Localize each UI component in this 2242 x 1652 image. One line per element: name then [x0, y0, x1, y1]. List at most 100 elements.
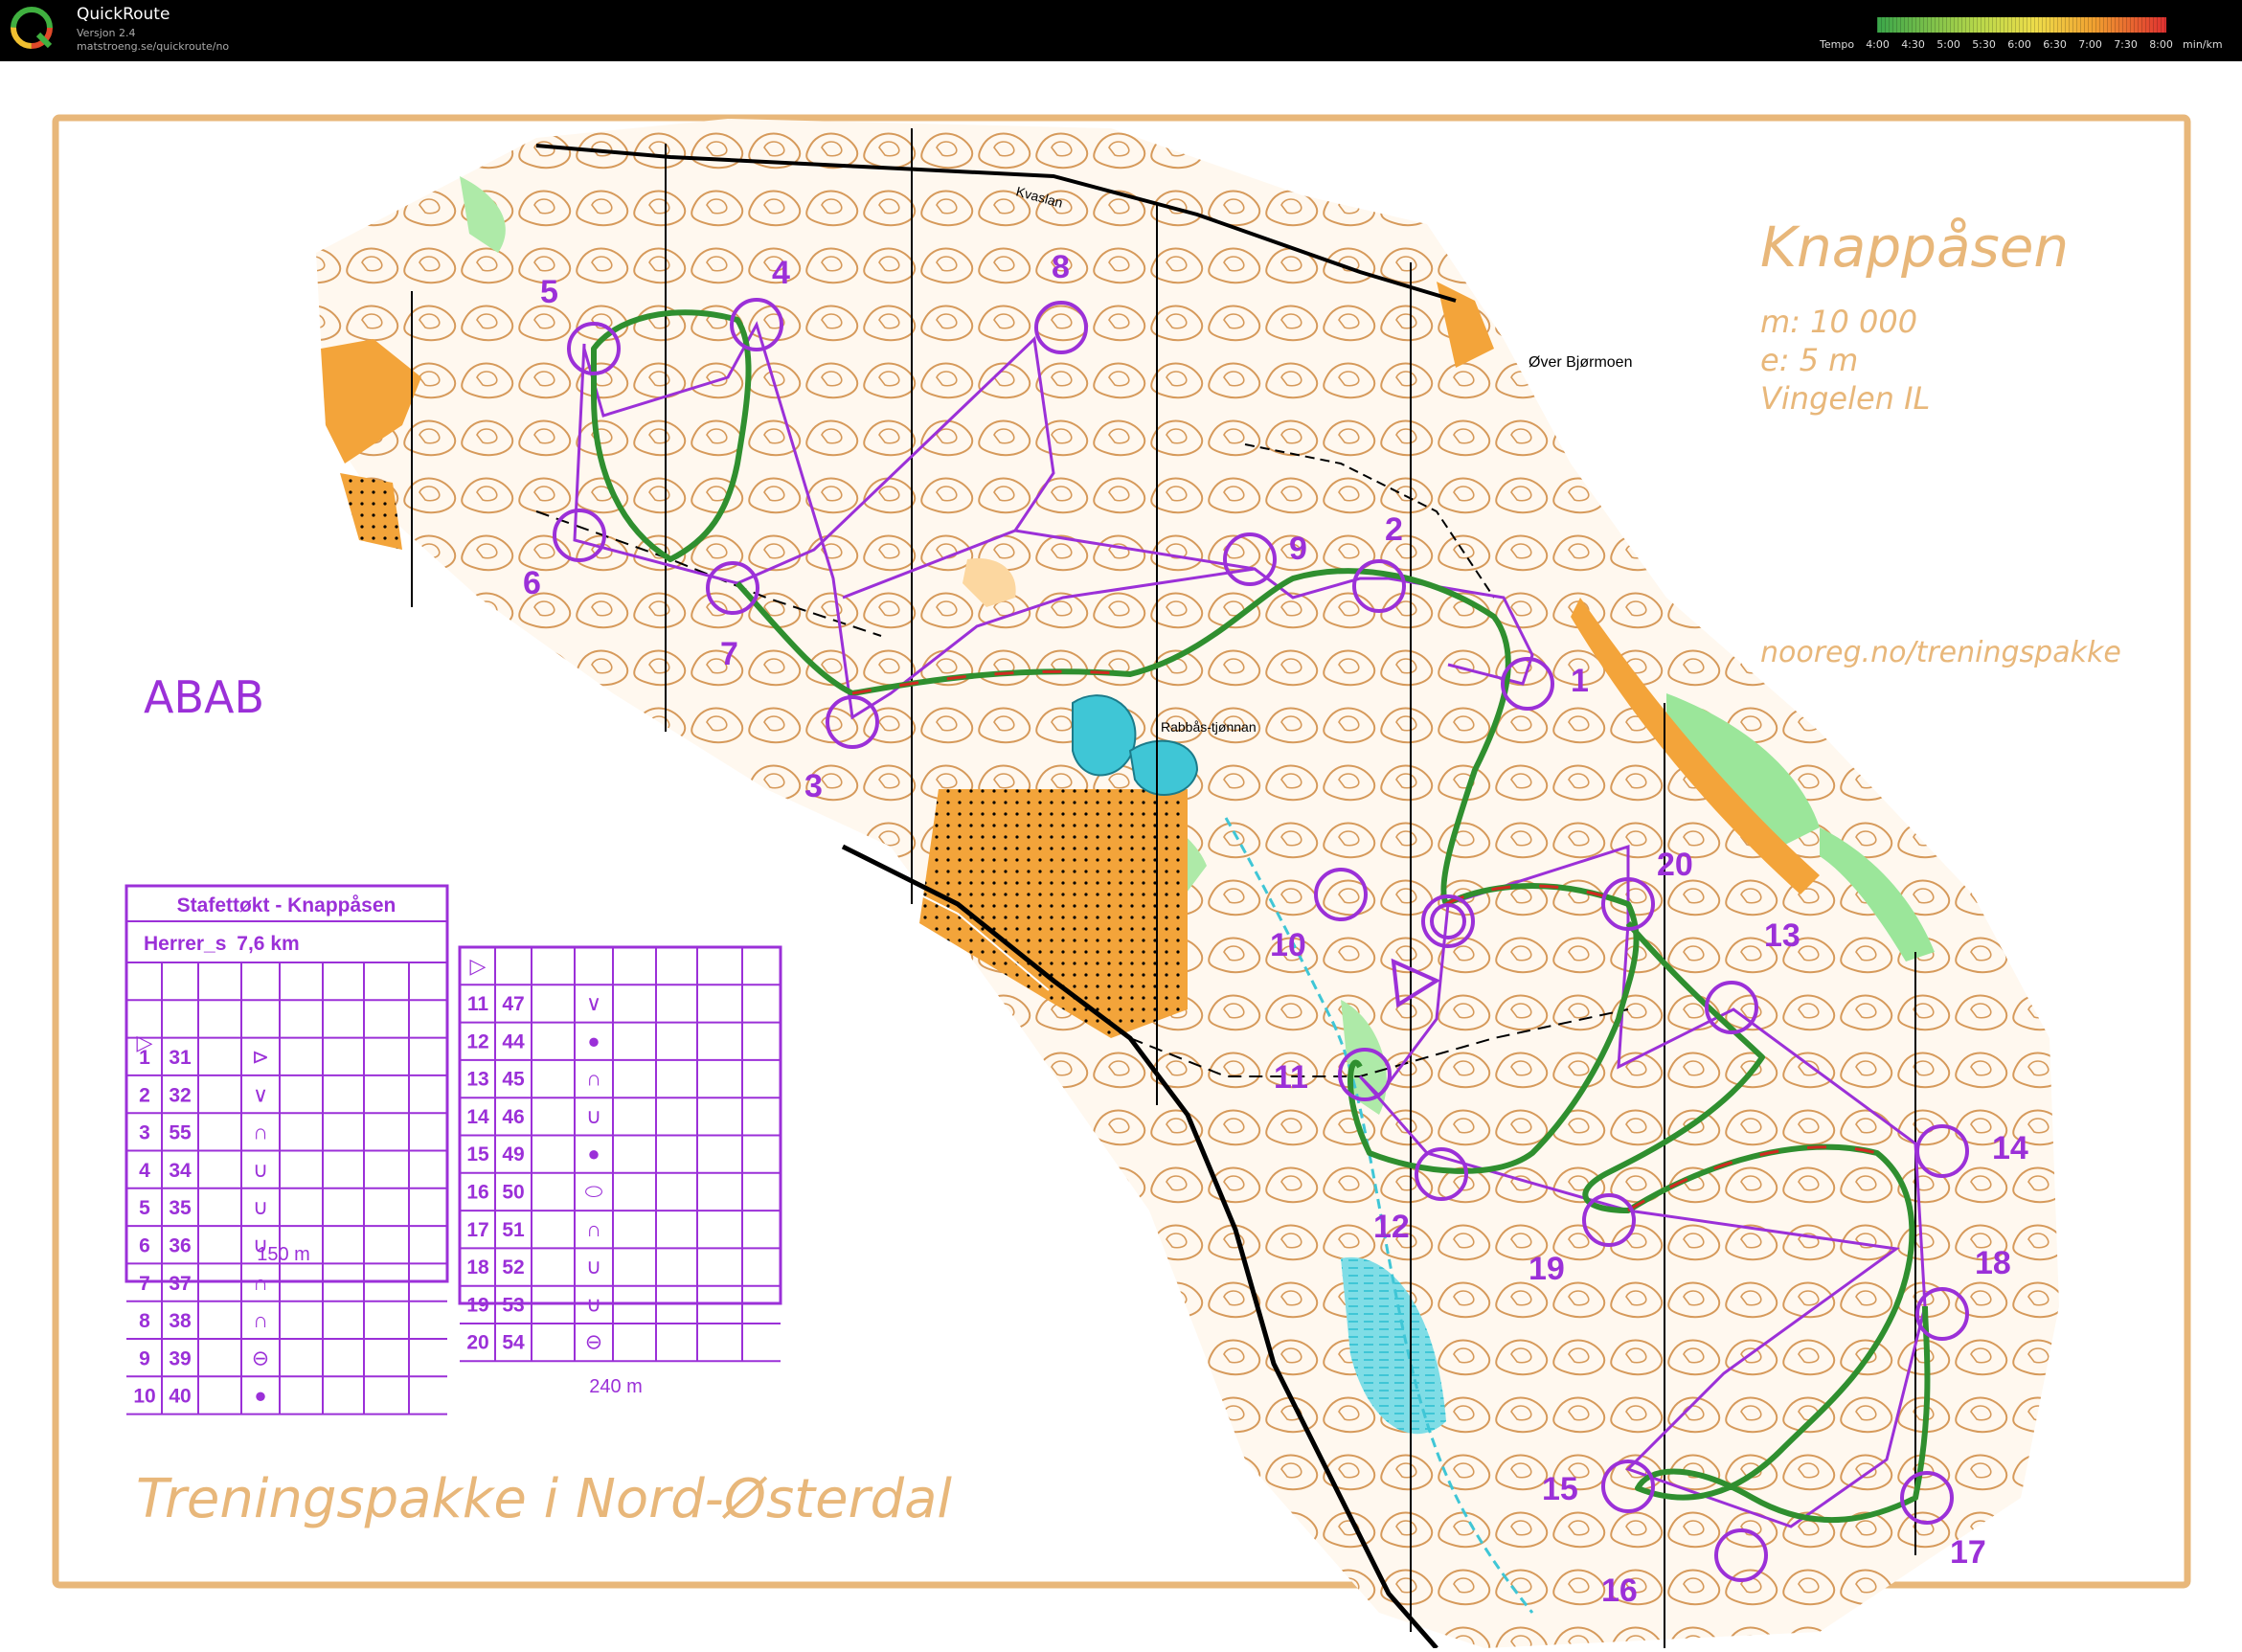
control-label-10: 10: [1270, 927, 1306, 963]
control-label-9: 9: [1289, 531, 1307, 567]
desc-right-row-feature-symbol: ⊖: [585, 1330, 602, 1354]
control-label-14: 14: [1992, 1130, 2028, 1166]
desc-left-row-feature-symbol: ●: [254, 1384, 266, 1408]
desc-left-row-feature-symbol: ∪: [253, 1195, 268, 1219]
desc-left-row-feature-symbol: ∪: [253, 1233, 268, 1257]
desc-left-row-code: 34: [169, 1160, 192, 1182]
control-label-18: 18: [1975, 1245, 2011, 1281]
map-equidistance: e: 5 m: [1760, 342, 1858, 378]
desc-right-row-num: 17: [466, 1219, 488, 1241]
map-scale: m: 10 000: [1760, 304, 1917, 340]
desc-right-row-code: 49: [502, 1143, 524, 1165]
desc-left-row-num: 7: [139, 1273, 150, 1295]
desc-left-row-num: 10: [133, 1386, 155, 1408]
desc-right-row-num: 16: [466, 1182, 488, 1204]
control-label-1: 1: [1571, 663, 1589, 699]
desc-left-row-num: 3: [139, 1122, 150, 1144]
desc-left-row-code: 55: [169, 1122, 192, 1144]
desc-right-row-code: 45: [502, 1069, 525, 1091]
control-label-11: 11: [1274, 1059, 1308, 1096]
desc-left-row-code: 35: [169, 1197, 192, 1219]
desc-right-row-num: 20: [466, 1332, 488, 1354]
desc-right-row-num: 19: [466, 1294, 488, 1316]
desc-left-row-num: 1: [139, 1047, 150, 1069]
desc-left-row-num: 9: [139, 1347, 150, 1369]
desc-left-row-feature-symbol: ∩: [253, 1120, 268, 1144]
quickroute-logo-icon: [11, 7, 53, 49]
app-titlebar: QuickRoute Versjon 2.4 matstroeng.se/qui…: [0, 0, 2242, 61]
map-footer: Treningspakke i Nord-Østerdal: [136, 1468, 952, 1530]
desc-left-row-feature-symbol: ⊳: [252, 1045, 269, 1069]
desc-left-row-code: 40: [169, 1386, 191, 1408]
desc-right-row-code: 53: [502, 1294, 524, 1316]
desc-right-row-num: 13: [466, 1069, 488, 1091]
desc-right-row-feature-symbol: ●: [587, 1029, 600, 1052]
desc-class: Herrer_s: [144, 933, 226, 955]
desc-left-row-num: 6: [139, 1235, 150, 1257]
desc-left-row-code: 36: [169, 1235, 191, 1257]
app-url: matstroeng.se/quickroute/no: [77, 40, 230, 53]
control-label-3: 3: [804, 768, 823, 804]
control-label-19: 19: [1529, 1251, 1565, 1287]
lake-rabbastjonnan: [1072, 694, 1137, 777]
pace-scale-labels: Tempo 4:00 4:30 5:00 5:30 6:00 6:30 7:00 7:30 8:0…: [1820, 38, 2223, 51]
control-descriptions: Stafettøkt - Knappåsen Herrer_s 7,6 km 1…: [125, 884, 782, 1415]
desc-length: 7,6 km: [237, 933, 299, 955]
desc-right-row-num: 12: [466, 1030, 488, 1052]
desc-right-row-code: 54: [502, 1332, 525, 1354]
control-label-20: 20: [1657, 847, 1693, 883]
desc-right-row-feature-symbol: ⬭: [585, 1180, 603, 1204]
desc-right-row-feature-symbol: ∩: [586, 1217, 601, 1241]
desc-right-row-num: 18: [466, 1256, 489, 1279]
desc-right-row-feature-symbol: ●: [587, 1142, 600, 1165]
desc-finish-distance-right: 240 m: [589, 1376, 643, 1397]
desc-left-row-code: 32: [169, 1084, 191, 1106]
control-label-8: 8: [1052, 249, 1070, 285]
desc-left-row-code: 37: [169, 1273, 191, 1295]
desc-right-row-feature-symbol: ∪: [586, 1255, 601, 1279]
start-symbol: ▷: [470, 954, 487, 978]
desc-left-row-feature-symbol: ∪: [253, 1158, 268, 1182]
control-label-7: 7: [720, 636, 738, 672]
desc-left-row-num: 2: [139, 1084, 150, 1106]
desc-left-row-feature-symbol: ∩: [253, 1308, 268, 1332]
desc-right-row-num: 14: [466, 1106, 489, 1128]
desc-right-row-num: 15: [466, 1143, 489, 1165]
place-lake: Rabbås-tjønnan: [1161, 719, 1257, 735]
control-label-5: 5: [540, 274, 558, 310]
desc-left-row-num: 8: [139, 1310, 150, 1332]
control-label-6: 6: [523, 565, 541, 601]
desc-title: Stafettøkt - Knappåsen: [177, 894, 396, 917]
desc-left-row-feature-symbol: ⊖: [252, 1346, 269, 1369]
desc-right-row-feature-symbol: ∩: [586, 1067, 601, 1091]
map-website: nooreg.no/treningspakke: [1760, 636, 2121, 669]
desc-left-row-feature-symbol: ∩: [253, 1271, 268, 1295]
control-label-15: 15: [1542, 1471, 1578, 1507]
control-label-17: 17: [1950, 1534, 1986, 1571]
desc-left-row-num: 4: [139, 1160, 150, 1182]
map-title: Knappåsen: [1760, 215, 2069, 280]
map-club: Vingelen IL: [1760, 380, 1930, 417]
desc-right-row-feature-symbol: ∨: [586, 991, 601, 1015]
control-label-16: 16: [1601, 1573, 1638, 1609]
desc-right-row-code: 46: [502, 1106, 524, 1128]
desc-right-row-feature-symbol: ∪: [586, 1292, 601, 1316]
orienteering-map[interactable]: 1 2 3 4 5 6 7 8 9 10 11 12 13 14 15 16 1…: [0, 61, 2242, 1650]
desc-right-row-code: 51: [502, 1219, 525, 1241]
desc-right-row-code: 44: [502, 1030, 525, 1052]
desc-left-row-feature-symbol: ∨: [253, 1082, 268, 1106]
control-label-4: 4: [772, 255, 790, 291]
desc-right-row-code: 47: [502, 993, 524, 1015]
app-name: QuickRoute: [77, 5, 170, 24]
desc-left-row-code: 39: [169, 1347, 191, 1369]
variant-label: ABAB: [144, 671, 264, 723]
app-version: Versjon 2.4: [77, 27, 136, 39]
map-canvas[interactable]: 1 2 3 4 5 6 7 8 9 10 11 12 13 14 15 16 1…: [0, 61, 2242, 1650]
control-label-12: 12: [1373, 1209, 1410, 1245]
pace-scale-bar: [1877, 17, 2166, 33]
desc-left-row-num: 5: [139, 1197, 150, 1219]
desc-right-row-code: 52: [502, 1256, 524, 1279]
desc-left-row-code: 31: [169, 1047, 192, 1069]
desc-right-row-code: 50: [502, 1182, 524, 1204]
desc-left-row-code: 38: [169, 1310, 192, 1332]
